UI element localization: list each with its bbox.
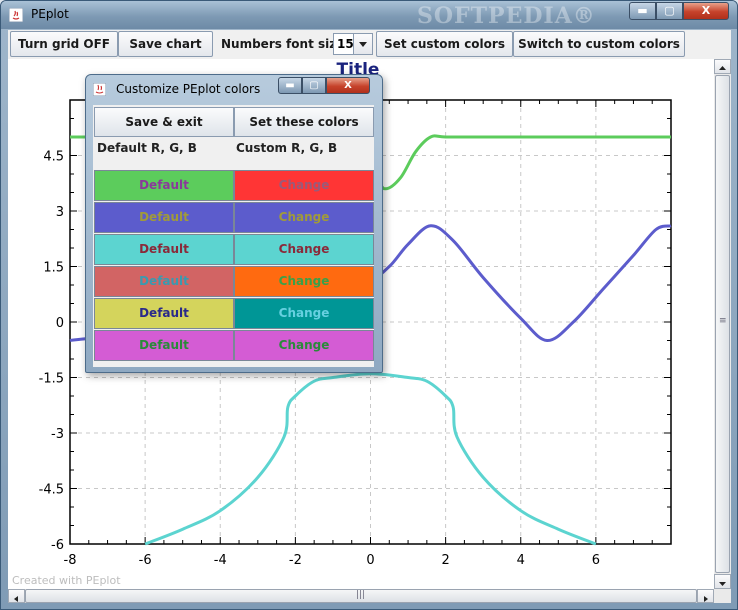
custom-rgb-header: Custom R, G, B	[236, 141, 338, 155]
vertical-scrollbar[interactable]: ≡	[714, 59, 731, 589]
scroll-down-icon[interactable]	[714, 574, 731, 589]
softpedia-watermark: SOFTPEDIA®	[417, 3, 596, 29]
y-tick-label: 4.5	[43, 150, 64, 165]
x-tick-label: 2	[441, 553, 449, 568]
save-chart-button[interactable]: Save chart	[118, 31, 213, 57]
dialog-title: Customize PEplot colors	[116, 82, 261, 96]
switch-to-custom-colors-button[interactable]: Switch to custom colors	[513, 31, 685, 57]
save-exit-button[interactable]: Save & exit	[94, 107, 234, 137]
change-color-button[interactable]: Change	[234, 202, 374, 233]
horizontal-scroll-thumb[interactable]: |||	[25, 589, 697, 603]
x-tick-label: -8	[64, 553, 77, 568]
y-tick-label: -3	[51, 427, 64, 442]
x-tick-label: -4	[214, 553, 227, 568]
dialog-maximize-button[interactable]: ▢	[302, 77, 326, 94]
font-size-value: 15	[337, 37, 354, 51]
scroll-up-icon[interactable]	[714, 59, 731, 74]
set-custom-colors-button[interactable]: Set custom colors	[376, 31, 513, 57]
y-tick-label: 0	[56, 316, 64, 331]
dialog-minimize-button[interactable]: ▬	[278, 77, 302, 94]
scroll-right-icon[interactable]	[697, 589, 714, 603]
y-tick-label: 1.5	[43, 261, 64, 276]
customize-colors-dialog: Customize PEplot colors ▬ ▢ X Save & exi…	[85, 74, 383, 373]
y-tick-label: -6	[51, 538, 64, 553]
x-tick-label: 0	[366, 553, 374, 568]
default-color-button[interactable]: Default	[94, 266, 234, 297]
x-tick-label: -6	[139, 553, 152, 568]
app-window: PEplot SOFTPEDIA® ▬ ▢ X Turn grid OFF Sa…	[0, 0, 738, 610]
credit-text: Created with PEplot	[12, 574, 121, 587]
scroll-corner	[714, 589, 731, 603]
default-color-button[interactable]: Default	[94, 202, 234, 233]
font-size-select[interactable]: 15	[333, 33, 373, 55]
change-color-button[interactable]: Change	[234, 298, 374, 329]
default-color-button[interactable]: Default	[94, 170, 234, 201]
dialog-close-button[interactable]: X	[326, 77, 370, 94]
title-bar[interactable]: PEplot SOFTPEDIA® ▬ ▢ X	[1, 1, 737, 29]
y-tick-label: -1.5	[39, 372, 64, 387]
x-tick-label: 6	[592, 553, 600, 568]
minimize-button[interactable]: ▬	[629, 2, 656, 20]
change-color-button[interactable]: Change	[234, 266, 374, 297]
turn-grid-off-button[interactable]: Turn grid OFF	[10, 31, 118, 57]
scroll-left-icon[interactable]	[8, 589, 25, 603]
default-color-button[interactable]: Default	[94, 234, 234, 265]
dialog-body: Save & exit Set these colors Default R, …	[93, 105, 374, 367]
maximize-button[interactable]: ▢	[656, 2, 683, 20]
default-color-button[interactable]: Default	[94, 298, 234, 329]
x-tick-label: -2	[289, 553, 302, 568]
y-tick-label: 3	[56, 205, 64, 220]
window-title: PEplot	[31, 7, 69, 21]
change-color-button[interactable]: Change	[234, 330, 374, 361]
java-app-icon	[9, 8, 23, 22]
change-color-button[interactable]: Change	[234, 234, 374, 265]
default-color-button[interactable]: Default	[94, 330, 234, 361]
vertical-scroll-thumb[interactable]: ≡	[715, 75, 730, 573]
java-app-icon	[93, 83, 106, 96]
x-tick-label: 4	[517, 553, 525, 568]
y-tick-label: -4.5	[39, 483, 64, 498]
chevron-down-icon[interactable]	[353, 34, 372, 54]
set-these-colors-button[interactable]: Set these colors	[234, 107, 374, 137]
change-color-button[interactable]: Change	[234, 170, 374, 201]
close-button[interactable]: X	[683, 2, 729, 20]
default-rgb-header: Default R, G, B	[97, 141, 197, 155]
horizontal-scrollbar[interactable]: |||	[8, 589, 714, 603]
toolbar: Turn grid OFF Save chart Numbers font si…	[8, 30, 731, 59]
